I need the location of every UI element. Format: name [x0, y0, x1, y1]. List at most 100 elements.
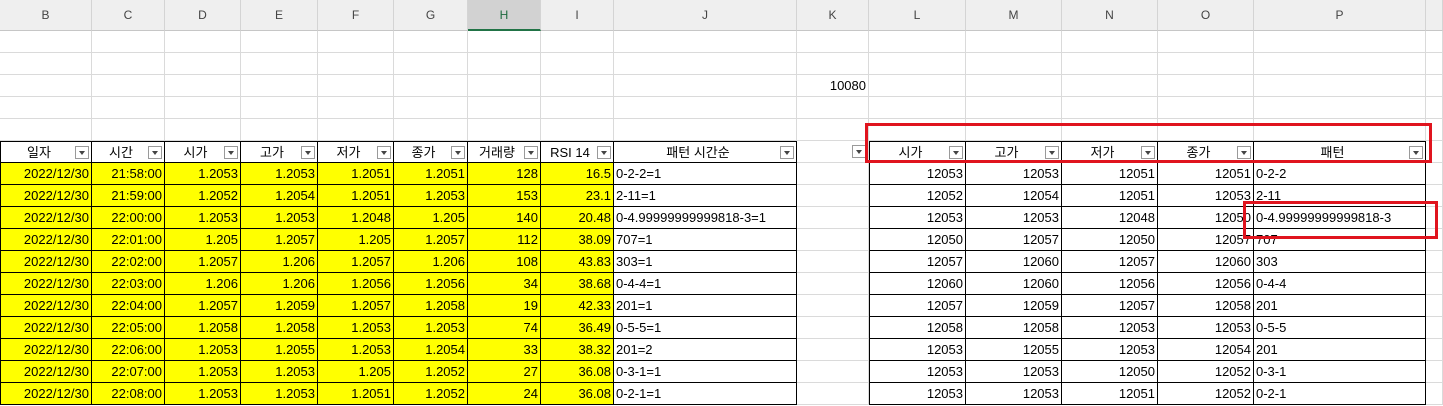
- grid-cell[interactable]: [92, 75, 165, 97]
- table-cell[interactable]: 12051: [1062, 163, 1158, 185]
- table-cell[interactable]: 1.2055: [241, 339, 318, 361]
- table-cell[interactable]: 1.2051: [318, 383, 394, 405]
- grid-cell[interactable]: [1426, 383, 1443, 405]
- table-cell[interactable]: 12058: [869, 317, 966, 339]
- table-cell[interactable]: 36.08: [541, 383, 614, 405]
- table-cell[interactable]: 2022/12/30: [0, 383, 92, 405]
- grid-cell[interactable]: [0, 119, 92, 141]
- table-cell[interactable]: 0-2-1=1: [614, 383, 797, 405]
- table-cell[interactable]: 2-11=1: [614, 185, 797, 207]
- grid-cell[interactable]: [797, 207, 869, 229]
- filter-dropdown-icon[interactable]: [301, 146, 315, 159]
- grid-cell[interactable]: [241, 31, 318, 53]
- table-cell[interactable]: 12053: [1158, 185, 1254, 207]
- table-cell[interactable]: 43.83: [541, 251, 614, 273]
- table-cell[interactable]: 108: [468, 251, 541, 273]
- grid-cell[interactable]: [468, 53, 541, 75]
- grid-cell[interactable]: [165, 31, 241, 53]
- table-cell[interactable]: 1.2053: [165, 207, 241, 229]
- grid-cell[interactable]: [614, 53, 797, 75]
- table-cell[interactable]: 74: [468, 317, 541, 339]
- grid-cell[interactable]: [797, 163, 869, 185]
- grid-cell[interactable]: [468, 31, 541, 53]
- table-cell[interactable]: 12053: [966, 383, 1062, 405]
- table-cell[interactable]: 12050: [1062, 229, 1158, 251]
- table-cell[interactable]: 2022/12/30: [0, 229, 92, 251]
- table-cell[interactable]: 12058: [1158, 295, 1254, 317]
- grid-cell[interactable]: [165, 53, 241, 75]
- table-cell[interactable]: 12053: [869, 383, 966, 405]
- table-cell[interactable]: 12058: [966, 317, 1062, 339]
- table-cell[interactable]: 1.205: [165, 229, 241, 251]
- grid-cell[interactable]: [1254, 97, 1426, 119]
- table-cell[interactable]: 1.2053: [318, 317, 394, 339]
- grid-cell[interactable]: [1062, 31, 1158, 53]
- table-cell[interactable]: 38.68: [541, 273, 614, 295]
- column-header-m[interactable]: M: [966, 0, 1062, 31]
- table-cell[interactable]: 12052: [1158, 361, 1254, 383]
- table-cell[interactable]: 1.206: [165, 273, 241, 295]
- grid-cell[interactable]: [797, 53, 869, 75]
- column-header-b[interactable]: B: [0, 0, 92, 31]
- table-cell[interactable]: 0-3-1=1: [614, 361, 797, 383]
- table-cell[interactable]: 12053: [1158, 317, 1254, 339]
- grid-cell[interactable]: [797, 119, 869, 141]
- table-cell[interactable]: 1.2057: [318, 295, 394, 317]
- table-cell[interactable]: 12053: [869, 163, 966, 185]
- grid-cell[interactable]: [92, 31, 165, 53]
- filter-dropdown-icon[interactable]: [75, 146, 89, 159]
- grid-cell[interactable]: [797, 273, 869, 295]
- table-cell[interactable]: 19: [468, 295, 541, 317]
- table-cell[interactable]: 12053: [869, 207, 966, 229]
- table-cell[interactable]: 1.2053: [394, 185, 468, 207]
- cell-k-value[interactable]: 10080: [797, 75, 869, 97]
- table-cell[interactable]: 303: [1254, 251, 1426, 273]
- grid-cell[interactable]: [797, 229, 869, 251]
- header-cell-3[interactable]: 고가: [241, 141, 318, 163]
- table-cell[interactable]: 12054: [966, 185, 1062, 207]
- grid-cell[interactable]: [165, 119, 241, 141]
- grid-cell[interactable]: [394, 31, 468, 53]
- table-cell[interactable]: 201=1: [614, 295, 797, 317]
- grid-cell[interactable]: [318, 75, 394, 97]
- grid-cell[interactable]: [797, 185, 869, 207]
- grid-cell[interactable]: [394, 53, 468, 75]
- table-cell[interactable]: 12052: [869, 185, 966, 207]
- grid-cell[interactable]: [869, 31, 966, 53]
- table-cell[interactable]: 303=1: [614, 251, 797, 273]
- table-cell[interactable]: 1.2053: [241, 383, 318, 405]
- table-cell[interactable]: 12057: [1062, 295, 1158, 317]
- grid-cell[interactable]: [1426, 273, 1443, 295]
- grid-cell[interactable]: [797, 31, 869, 53]
- filter-dropdown-icon[interactable]: [597, 146, 611, 159]
- grid-cell[interactable]: [1426, 75, 1443, 97]
- table-cell[interactable]: 0-2-2=1: [614, 163, 797, 185]
- table-cell[interactable]: 21:58:00: [92, 163, 165, 185]
- table-cell[interactable]: 1.2057: [241, 229, 318, 251]
- table-cell[interactable]: 12056: [1158, 273, 1254, 295]
- table-cell[interactable]: 1.2053: [165, 163, 241, 185]
- table-cell[interactable]: 1.2053: [165, 361, 241, 383]
- grid-cell[interactable]: [1426, 53, 1443, 75]
- grid-cell[interactable]: [1426, 317, 1443, 339]
- header-cell-7[interactable]: RSI 14: [541, 141, 614, 163]
- table-cell[interactable]: 12053: [869, 339, 966, 361]
- grid-cell[interactable]: [1158, 75, 1254, 97]
- table-cell[interactable]: 1.2053: [241, 163, 318, 185]
- table-cell[interactable]: 27: [468, 361, 541, 383]
- table-cell[interactable]: 0-5-5=1: [614, 317, 797, 339]
- table-cell[interactable]: 12054: [1158, 339, 1254, 361]
- table-cell[interactable]: 1.2057: [318, 251, 394, 273]
- table-cell[interactable]: 2022/12/30: [0, 251, 92, 273]
- filter-dropdown-icon[interactable]: [451, 146, 465, 159]
- table-cell[interactable]: 1.2056: [318, 273, 394, 295]
- table-cell[interactable]: 12053: [966, 361, 1062, 383]
- table-cell[interactable]: 1.2058: [165, 317, 241, 339]
- grid-cell[interactable]: [241, 119, 318, 141]
- filter-dropdown-icon[interactable]: [524, 146, 538, 159]
- table-cell[interactable]: 12053: [966, 163, 1062, 185]
- grid-cell[interactable]: [1254, 53, 1426, 75]
- grid-cell[interactable]: [394, 97, 468, 119]
- table-cell[interactable]: 1.2057: [394, 229, 468, 251]
- grid-cell[interactable]: [318, 31, 394, 53]
